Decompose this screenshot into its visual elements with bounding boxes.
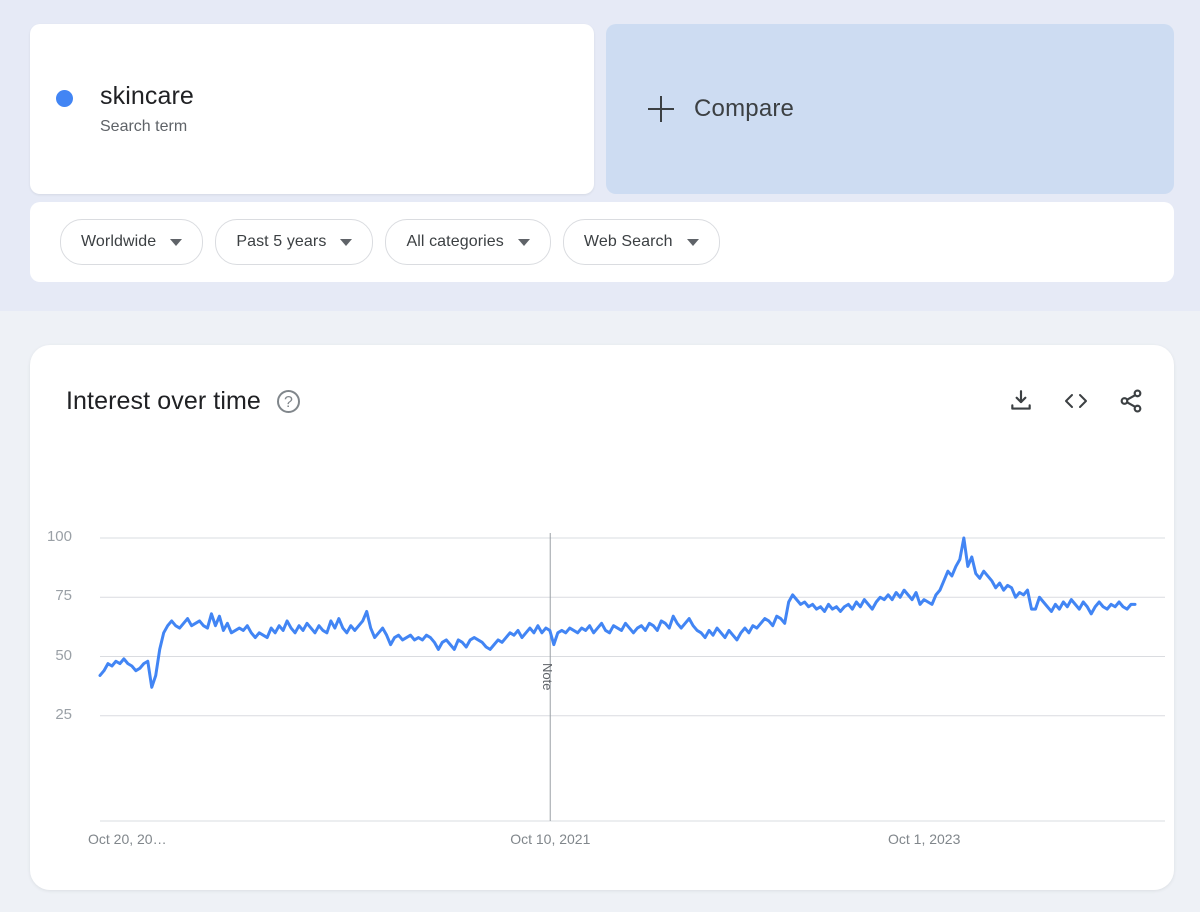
search-term-card[interactable]: skincare Search term <box>30 24 594 194</box>
chart-note-annotation: Note <box>540 662 556 690</box>
query-row: skincare Search term Compare <box>30 24 1174 194</box>
y-axis-tick: 75 <box>55 587 72 605</box>
filter-location[interactable]: Worldwide <box>60 219 204 265</box>
chevron-down-icon <box>686 238 699 246</box>
compare-button[interactable]: Compare <box>606 24 1174 194</box>
x-axis-tick: Oct 1, 2023 <box>888 831 961 847</box>
filter-category-label: All categories <box>406 233 504 250</box>
filter-location-label: Worldwide <box>81 233 157 250</box>
plus-icon <box>648 96 674 122</box>
compare-label: Compare <box>694 95 795 122</box>
interest-over-time-chart: 25 50 75 100 Note Oct 20, 20… Oct 10, 2021 Oct … <box>30 345 1174 895</box>
series-color-dot <box>56 90 73 107</box>
filter-time-range-label: Past 5 years <box>236 233 327 250</box>
chevron-down-icon <box>340 238 353 246</box>
x-axis-tick: Oct 20, 20… <box>88 831 167 847</box>
filter-category[interactable]: All categories <box>385 219 551 265</box>
interest-over-time-card: Interest over time ? 25 50 75 100 Note Oct 20… <box>30 345 1174 890</box>
chevron-down-icon <box>517 238 530 246</box>
filter-search-type-label: Web Search <box>583 233 673 250</box>
filter-time-range[interactable]: Past 5 years <box>215 219 374 265</box>
x-axis-tick: Oct 10, 2021 <box>510 831 591 847</box>
y-axis-tick: 100 <box>46 528 72 545</box>
filter-search-type[interactable]: Web Search <box>562 219 720 265</box>
search-term-type: Search term <box>100 118 188 135</box>
filter-bar: Worldwide Past 5 years All categories We… <box>30 202 1174 282</box>
y-axis-tick: 50 <box>55 646 72 664</box>
chart-canvas <box>98 533 1165 822</box>
search-term-label: skincare <box>100 82 194 110</box>
y-axis-tick: 25 <box>55 705 72 723</box>
chevron-down-icon <box>170 238 183 246</box>
